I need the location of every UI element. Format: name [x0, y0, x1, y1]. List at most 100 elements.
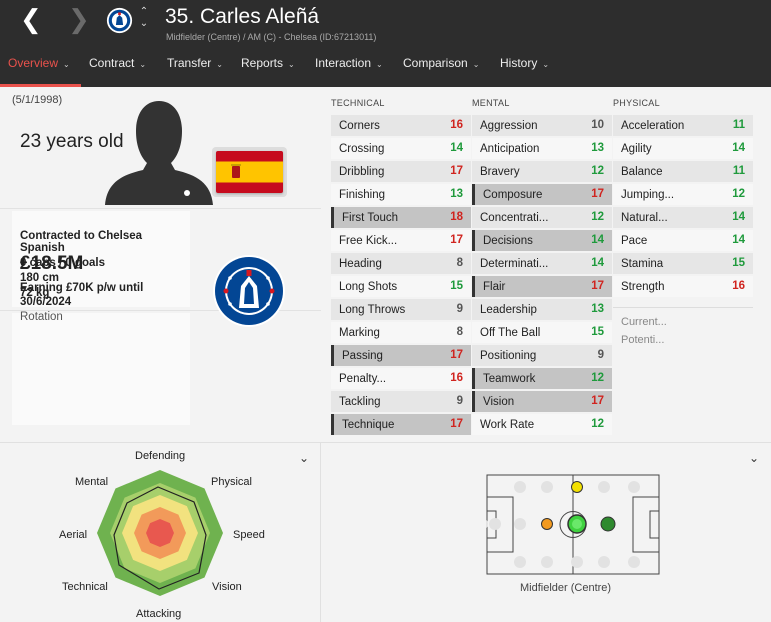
- attribute-value: 16: [732, 280, 745, 292]
- attribute-row-pace[interactable]: Pace 14: [613, 230, 753, 251]
- attribute-value: 14: [591, 257, 604, 269]
- attribute-row-concentrati[interactable]: Concentrati... 12: [472, 207, 612, 228]
- attribute-row-determinati[interactable]: Determinati... 14: [472, 253, 612, 274]
- attribute-row-strength[interactable]: Strength 16: [613, 276, 753, 297]
- attribute-row-first-touch[interactable]: First Touch 18: [331, 207, 471, 228]
- attribute-row-acceleration[interactable]: Acceleration 11: [613, 115, 753, 136]
- title-bar: ❮ ❯ ⌃ ⌄ 35. Carles Aleñá Midfielder (Cen…: [0, 0, 771, 47]
- attribute-row-corners[interactable]: Corners 16: [331, 115, 471, 136]
- attribute-row-technique[interactable]: Technique 17: [331, 414, 471, 435]
- attribute-row-leadership[interactable]: Leadership 13: [472, 299, 612, 320]
- squad-status: Rotation: [20, 311, 63, 323]
- attribute-value: 12: [732, 188, 745, 200]
- attribute-name: Composure: [483, 189, 543, 201]
- attribute-row-balance[interactable]: Balance 11: [613, 161, 753, 182]
- attribute-row-teamwork[interactable]: Teamwork 12: [472, 368, 612, 389]
- attribute-row-marking[interactable]: Marking 8: [331, 322, 471, 343]
- attribute-value: 8: [456, 326, 463, 338]
- attribute-row-long-shots[interactable]: Long Shots 15: [331, 276, 471, 297]
- attribute-value: 14: [732, 211, 745, 223]
- tab-label: Interaction: [315, 56, 372, 70]
- attribute-row-agility[interactable]: Agility 14: [613, 138, 753, 159]
- radar-label-vision: Vision: [212, 581, 242, 593]
- chevron-down-icon[interactable]: ⌄: [299, 451, 309, 465]
- position-dot-am[interactable]: [600, 516, 616, 532]
- attribute-value: 17: [591, 280, 604, 292]
- attribute-value: 17: [450, 165, 463, 177]
- attribute-row-crossing[interactable]: Crossing 14: [331, 138, 471, 159]
- radar-label-aerial: Aerial: [59, 529, 88, 541]
- chevron-down-icon: ⌄: [216, 60, 223, 69]
- position-dot-dm[interactable]: [541, 518, 553, 530]
- attribute-name: Work Rate: [480, 419, 535, 431]
- attribute-name: Dribbling: [339, 166, 385, 178]
- current-ability[interactable]: Current...: [621, 316, 667, 328]
- spain-flag-icon[interactable]: [212, 147, 287, 197]
- attribute-name: Positioning: [480, 350, 537, 362]
- attribute-name: Tackling: [339, 396, 381, 408]
- up-chevron-icon[interactable]: ⌃: [137, 6, 151, 18]
- attribute-value: 12: [591, 372, 604, 384]
- attribute-row-flair[interactable]: Flair 17: [472, 276, 612, 297]
- attribute-name: Technique: [342, 419, 395, 431]
- attribute-row-vision[interactable]: Vision 17: [472, 391, 612, 412]
- player-switch-arrows[interactable]: ⌃ ⌄: [137, 6, 151, 34]
- attribute-row-anticipation[interactable]: Anticipation 13: [472, 138, 612, 159]
- attribute-name: Pace: [621, 235, 648, 247]
- attribute-row-tackling[interactable]: Tackling 9: [331, 391, 471, 412]
- tab-contract[interactable]: Contract ⌄: [89, 56, 146, 78]
- attribute-value: 12: [591, 211, 604, 223]
- attribute-row-composure[interactable]: Composure 17: [472, 184, 612, 205]
- tab-reports[interactable]: Reports ⌄: [241, 56, 295, 78]
- position-label: Midfielder (Centre): [520, 582, 612, 594]
- divider: [0, 208, 321, 209]
- attribute-row-natural[interactable]: Natural... 14: [613, 207, 753, 228]
- attribute-name: Penalty...: [339, 373, 387, 385]
- tab-label: Comparison: [403, 56, 468, 70]
- attribute-row-passing[interactable]: Passing 17: [331, 345, 471, 366]
- attribute-row-dribbling[interactable]: Dribbling 17: [331, 161, 471, 182]
- attribute-row-free-kick[interactable]: Free Kick... 17: [331, 230, 471, 251]
- attribute-name: Crossing: [339, 143, 385, 155]
- attribute-row-work-rate[interactable]: Work Rate 12: [472, 414, 612, 435]
- tab-transfer[interactable]: Transfer ⌄: [167, 56, 223, 78]
- attribute-name: Strength: [621, 281, 665, 293]
- attribute-name: Long Throws: [339, 304, 406, 316]
- radar-chart: [97, 470, 223, 596]
- mental-heading: MENTAL: [472, 98, 510, 108]
- player-subtitle: Midfielder (Centre) / AM (C) - Chelsea (…: [166, 32, 377, 42]
- attribute-name: Concentrati...: [480, 212, 549, 224]
- tab-overview[interactable]: Overview ⌄: [8, 56, 70, 78]
- tab-history[interactable]: History ⌄: [500, 56, 549, 78]
- attribute-row-heading[interactable]: Heading 8: [331, 253, 471, 274]
- chevron-down-icon[interactable]: ⌄: [749, 451, 759, 465]
- tab-interaction[interactable]: Interaction ⌄: [315, 56, 383, 78]
- attribute-row-positioning[interactable]: Positioning 9: [472, 345, 612, 366]
- attribute-row-long-throws[interactable]: Long Throws 9: [331, 299, 471, 320]
- radar-label-speed: Speed: [233, 529, 265, 541]
- attribute-row-decisions[interactable]: Decisions 14: [472, 230, 612, 251]
- down-chevron-icon[interactable]: ⌄: [137, 18, 151, 30]
- attribute-name: Natural...: [621, 212, 668, 224]
- contract-info-box: [12, 313, 190, 425]
- attribute-row-aggression[interactable]: Aggression 10: [472, 115, 612, 136]
- attribute-value: 11: [732, 165, 745, 177]
- player-name: 35. Carles Aleñá: [165, 5, 320, 28]
- attribute-value: 14: [450, 142, 463, 154]
- attribute-row-jumping[interactable]: Jumping... 12: [613, 184, 753, 205]
- back-arrow-icon[interactable]: ❮: [20, 6, 42, 34]
- attribute-row-off-the-ball[interactable]: Off The Ball 15: [472, 322, 612, 343]
- tab-label: History: [500, 56, 538, 70]
- attribute-value: 16: [450, 119, 463, 131]
- position-pitch-diagram: [486, 474, 660, 575]
- position-dot-amc[interactable]: [571, 481, 583, 493]
- chelsea-crest-icon[interactable]: [212, 254, 286, 328]
- attribute-value: 11: [732, 119, 745, 131]
- forward-arrow-icon[interactable]: ❯: [68, 6, 90, 34]
- attribute-row-finishing[interactable]: Finishing 13: [331, 184, 471, 205]
- attribute-row-bravery[interactable]: Bravery 12: [472, 161, 612, 182]
- tab-comparison[interactable]: Comparison ⌄: [403, 56, 479, 78]
- attribute-row-stamina[interactable]: Stamina 15: [613, 253, 753, 274]
- potential-ability[interactable]: Potenti...: [621, 334, 664, 346]
- attribute-row-penalty[interactable]: Penalty... 16: [331, 368, 471, 389]
